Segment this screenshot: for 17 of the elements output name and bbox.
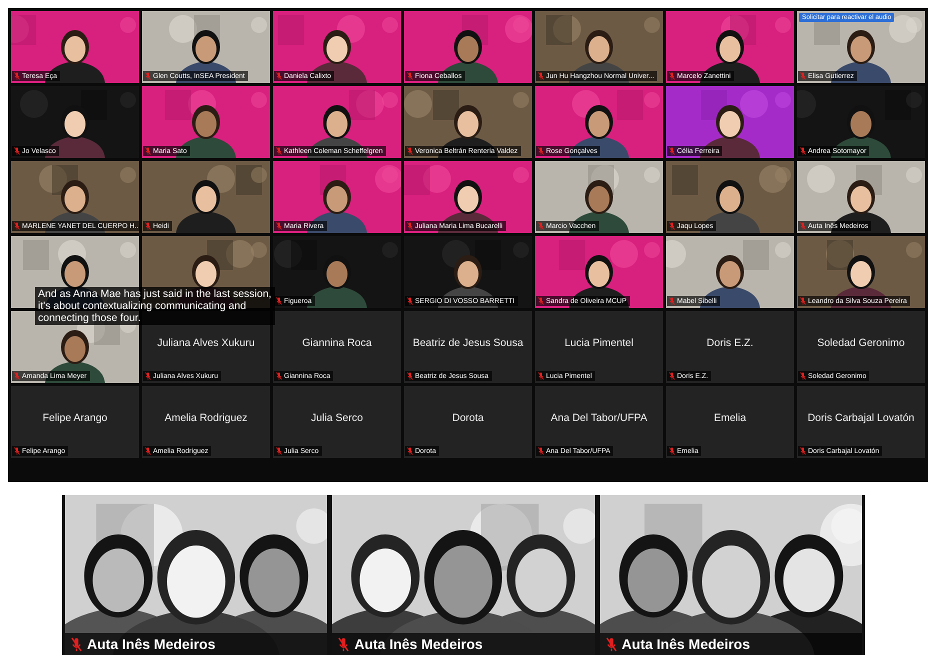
participant-name: Auta Inês Medeiros <box>354 636 483 652</box>
display-name: Ana Del Tabor/UFPA <box>550 412 648 424</box>
participant-name: Auta Inês Medeiros <box>622 636 750 652</box>
display-name: Dorota <box>451 412 485 424</box>
display-name: Soledad Geronimo <box>816 337 906 349</box>
display-name: Emelia <box>712 412 748 424</box>
display-name: Amelia Rodriguez <box>164 412 248 424</box>
display-name: Doris Carbajal Lovatón <box>806 412 916 424</box>
caption-text: And as Anna Mae has just said in the last session, it's about contextualizing communicating and connecting those four. <box>35 287 275 325</box>
display-name: Giannina Roca <box>301 337 373 349</box>
display-name: Lucia Pimentel <box>564 337 634 349</box>
display-name: Juliana Alves Xukuru <box>156 337 256 349</box>
display-name: Beatriz de Jesus Sousa <box>412 337 524 349</box>
display-name: Felipe Arango <box>42 412 108 424</box>
participant-name: Auta Inês Medeiros <box>87 636 216 652</box>
display-name: Julia Serco <box>310 412 364 424</box>
display-name: Doris E.Z. <box>706 337 754 349</box>
